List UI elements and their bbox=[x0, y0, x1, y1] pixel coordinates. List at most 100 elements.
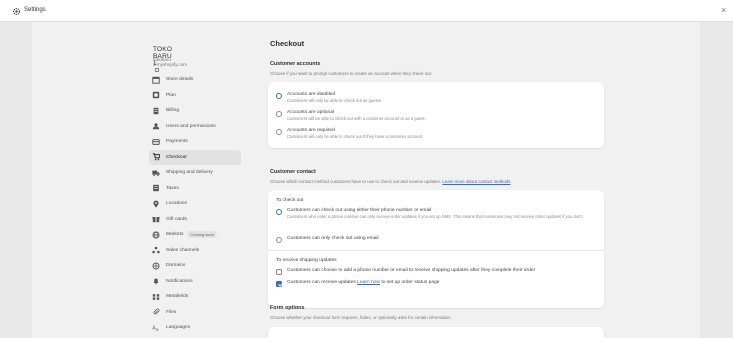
globe-icon bbox=[152, 231, 160, 239]
sidebar-item-gift-cards[interactable]: Gift cards bbox=[149, 212, 241, 228]
settings-title: Settings bbox=[24, 7, 46, 13]
store-url-link[interactable]: tokobaru-1.myshopify.com bbox=[153, 57, 187, 72]
settings-nav: Store details Plan Billing Users and permis… bbox=[149, 72, 241, 336]
customer-contact-description: Choose which contact method customers ha… bbox=[270, 179, 510, 184]
store-url-text[interactable]: tokobaru-1.myshopify.com bbox=[153, 57, 187, 67]
billing-icon bbox=[152, 107, 160, 115]
sidebar-item-label: Domains bbox=[166, 263, 186, 269]
sidebar-item-label: Languages bbox=[166, 325, 191, 331]
radio-button[interactable] bbox=[276, 110, 282, 117]
domains-icon bbox=[152, 262, 160, 270]
accounts-optional-option[interactable]: Accounts are optional Customers will be a… bbox=[276, 110, 426, 121]
sidebar-item-metafields[interactable]: Metafields bbox=[149, 289, 241, 305]
gift-icon bbox=[152, 215, 160, 223]
sidebar-item-label: Store details bbox=[166, 77, 194, 83]
email-only-option[interactable]: Customers can only check out using email bbox=[276, 236, 379, 243]
sidebar-item-notifications[interactable]: Notifications bbox=[149, 274, 241, 290]
option-label: Accounts are disabled bbox=[287, 92, 336, 97]
phone-or-email-option[interactable]: Customers can check out using either the… bbox=[276, 208, 602, 220]
plan-icon bbox=[152, 91, 160, 99]
sidebar-item-label: Markets bbox=[166, 232, 184, 238]
sidebar-item-label: Checkout bbox=[166, 154, 187, 160]
learn-how-link[interactable]: Learn how bbox=[357, 280, 380, 285]
option-label: Customers can only check out using email bbox=[287, 236, 379, 241]
sidebar-item-label: Locations bbox=[166, 201, 187, 207]
sidebar-item-label: Files bbox=[166, 309, 177, 315]
sidebar-item-shipping-and-delivery[interactable]: Shipping and delivery bbox=[149, 165, 241, 181]
customer-accounts-heading: Customer accounts bbox=[270, 61, 321, 67]
settings-topbar: Settings × bbox=[0, 0, 733, 22]
contact-description-text: Choose which contact method customers ha… bbox=[270, 179, 442, 184]
page-title: Checkout bbox=[270, 39, 305, 48]
radio-button[interactable] bbox=[276, 208, 282, 215]
sidebar-item-payments[interactable]: Payments bbox=[149, 134, 241, 150]
option-label-post: to set up order status page bbox=[381, 280, 440, 285]
radio-button[interactable] bbox=[276, 236, 282, 243]
radio-button[interactable] bbox=[276, 128, 282, 135]
metafields-icon bbox=[152, 293, 160, 301]
gear-icon bbox=[12, 7, 21, 16]
sidebar-item-label: Payments bbox=[166, 139, 188, 145]
sidebar-item-files[interactable]: Files bbox=[149, 305, 241, 321]
checkbox[interactable] bbox=[276, 268, 282, 275]
sidebar-item-label: Taxes bbox=[166, 185, 179, 191]
sidebar-item-label: Gift cards bbox=[166, 216, 187, 222]
to-checkout-heading: To check out bbox=[276, 198, 304, 203]
users-icon bbox=[152, 122, 160, 130]
sidebar-item-label: Notifications bbox=[166, 278, 193, 284]
customer-contact-heading: Customer contact bbox=[270, 169, 316, 175]
sidebar-item-domains[interactable]: Domains bbox=[149, 258, 241, 274]
taxes-icon bbox=[152, 184, 160, 192]
coming-soon-badge: Coming soon bbox=[187, 231, 217, 239]
option-label: Customers can choose to add a phone numb… bbox=[287, 268, 536, 273]
form-options-heading: Form options bbox=[270, 305, 305, 311]
sidebar-item-sales-channels[interactable]: Sales channels bbox=[149, 243, 241, 259]
add-contact-after-order-option[interactable]: Customers can choose to add a phone numb… bbox=[276, 268, 535, 275]
shipping-updates-heading: To receive shipping updates bbox=[276, 258, 337, 263]
sidebar-item-markets[interactable]: Markets Coming soon bbox=[149, 227, 241, 243]
sidebar-item-label: Shipping and delivery bbox=[166, 170, 213, 176]
languages-icon: Aa bbox=[152, 324, 160, 332]
accounts-disabled-option[interactable]: Accounts are disabled Customers will only… bbox=[276, 92, 382, 103]
channels-icon bbox=[152, 246, 160, 254]
store-icon bbox=[152, 76, 160, 84]
sidebar-item-label: Sales channels bbox=[166, 247, 200, 253]
option-label-pre: Customers can receive updates bbox=[287, 280, 356, 285]
contact-learn-more-link[interactable]: Learn more about contact methods bbox=[442, 179, 510, 184]
close-icon[interactable]: × bbox=[721, 5, 726, 15]
svg-text:a: a bbox=[156, 327, 159, 332]
sidebar-item-plan[interactable]: Plan bbox=[149, 88, 241, 104]
bell-icon bbox=[152, 277, 160, 285]
customer-contact-card: To check out Customers can check out usi… bbox=[268, 190, 604, 308]
customer-accounts-card: Accounts are disabled Customers will only… bbox=[268, 82, 604, 148]
option-help: Customers will only be able to check out… bbox=[287, 134, 424, 139]
sidebar-item-users-and-permissions[interactable]: Users and permissions bbox=[149, 119, 241, 135]
sidebar-item-taxes[interactable]: Taxes bbox=[149, 181, 241, 197]
checkbox-checked[interactable] bbox=[276, 280, 282, 287]
files-icon bbox=[152, 308, 160, 316]
payments-icon bbox=[152, 138, 160, 146]
option-label: Customers can check out using either the… bbox=[287, 208, 432, 213]
option-help: Customers who enter a phone number can o… bbox=[287, 214, 584, 219]
radio-button[interactable] bbox=[276, 92, 282, 99]
option-help: Customers will be able to check out with… bbox=[287, 116, 426, 121]
sidebar-item-label: Users and permissions bbox=[166, 123, 216, 129]
receive-updates-option[interactable]: Customers can receive updates Learn how … bbox=[276, 280, 440, 287]
form-options-card bbox=[268, 327, 604, 338]
option-label: Customers can receive updates Learn how … bbox=[287, 280, 440, 285]
customer-accounts-description: Choose if you want to prompt customers t… bbox=[270, 71, 433, 76]
sidebar-item-billing[interactable]: Billing bbox=[149, 103, 241, 119]
location-icon bbox=[152, 200, 160, 208]
form-options-description: Choose whether your checkout form requir… bbox=[270, 315, 452, 320]
sidebar-item-languages[interactable]: Aa Languages bbox=[149, 320, 241, 336]
shipping-icon bbox=[152, 169, 160, 177]
option-help: Customers will only be able to check out… bbox=[287, 98, 382, 103]
sidebar-item-store-details[interactable]: Store details bbox=[149, 72, 241, 88]
sidebar-item-checkout[interactable]: Checkout bbox=[149, 149, 241, 165]
sidebar-item-label: Metafields bbox=[166, 294, 189, 300]
checkout-icon bbox=[152, 153, 160, 161]
sidebar-item-locations[interactable]: Locations bbox=[149, 196, 241, 212]
option-label: Accounts are required bbox=[287, 128, 335, 133]
accounts-required-option[interactable]: Accounts are required Customers will only… bbox=[276, 128, 423, 139]
divider bbox=[268, 250, 604, 251]
